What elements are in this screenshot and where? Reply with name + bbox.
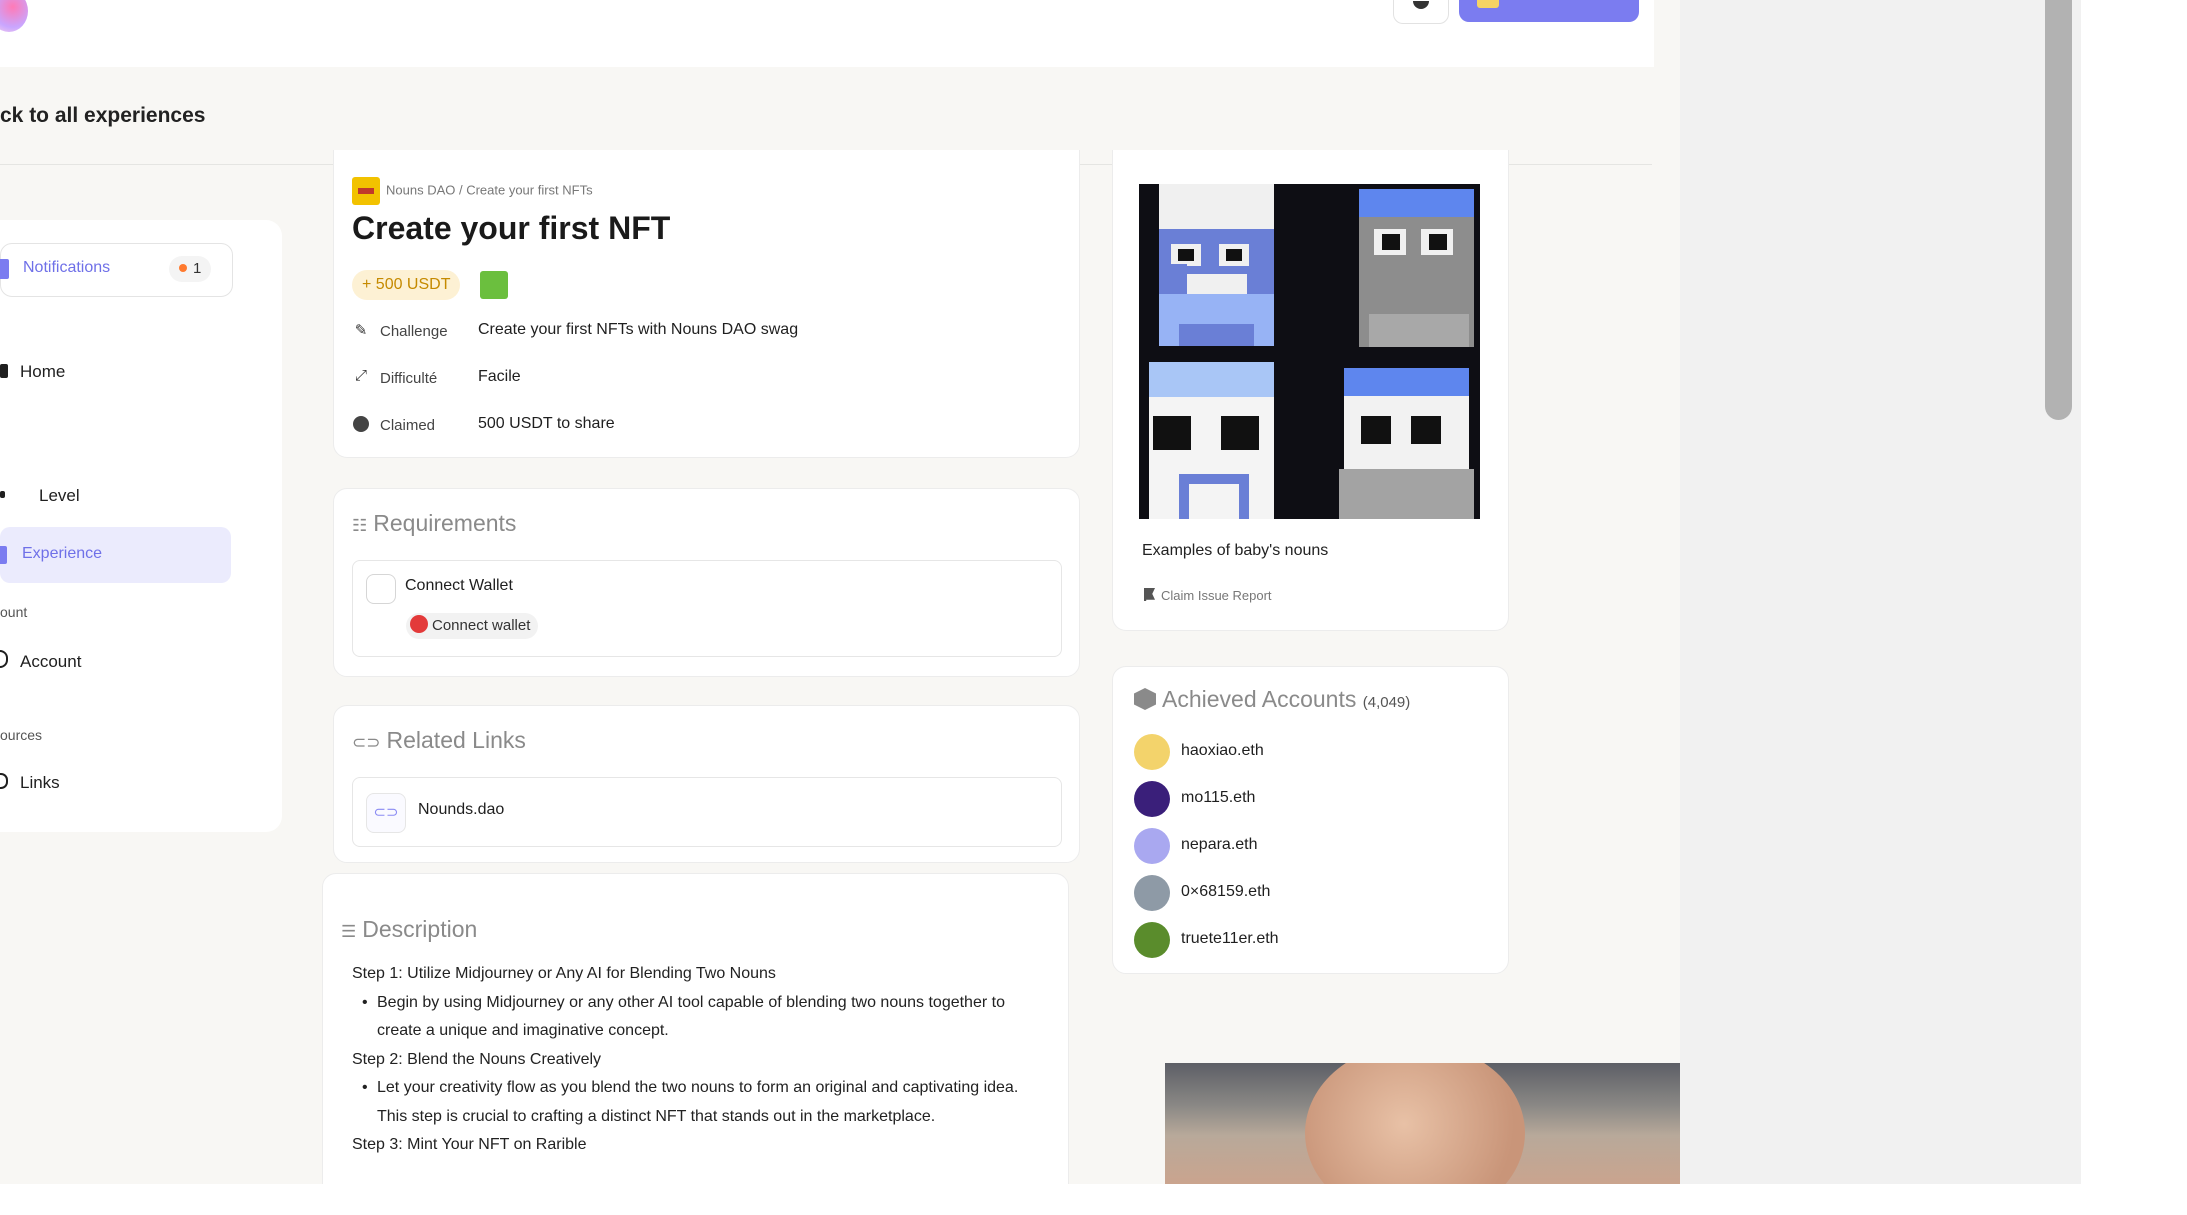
avatar xyxy=(1134,875,1170,911)
webcam-video-overlay[interactable] xyxy=(1165,1063,1680,1184)
sidebar-item-links[interactable]: Links xyxy=(0,773,60,793)
account-name: mo115.eth xyxy=(1181,789,1256,806)
sidebar-item-level[interactable]: Level xyxy=(0,486,80,506)
nouns-examples-image xyxy=(1139,184,1480,519)
list-icon: ☰ xyxy=(341,922,357,941)
description-step: Step 1: Utilize Midjourney or Any AI for… xyxy=(352,965,776,982)
related-link-label[interactable]: Nounds.dao xyxy=(418,801,504,819)
achieved-accounts-title: Achieved Accounts (4,049) xyxy=(1134,686,1410,713)
user-icon xyxy=(0,650,8,668)
chain-link-icon: ⊂⊃ xyxy=(352,733,381,752)
network-badge-icon xyxy=(480,271,508,299)
difficulty-value: Facile xyxy=(478,368,521,385)
nouns-pixel-art xyxy=(1139,184,1480,519)
notifications-button[interactable]: Notifications 1 xyxy=(0,243,233,297)
sidebar-item-experience-label: Experience xyxy=(22,545,103,562)
gallery-caption: Examples of baby's nouns xyxy=(1142,542,1329,559)
description-step: Step 2: Blend the Nouns Creatively xyxy=(352,1050,602,1068)
sidebar xyxy=(0,220,282,832)
avatar xyxy=(1134,922,1170,958)
sidebar-item-level-label: Level xyxy=(39,486,80,505)
notifications-badge: 1 xyxy=(169,256,212,282)
sidebar-item-account-label: Account xyxy=(20,652,82,671)
avatar xyxy=(1134,781,1170,817)
link-icon xyxy=(0,773,8,789)
pencil-icon: ✎ xyxy=(354,322,368,339)
connect-wallet-button[interactable] xyxy=(1459,0,1639,22)
sidebar-section-resources: ources xyxy=(0,727,43,743)
check-circle-icon xyxy=(352,416,370,436)
home-icon xyxy=(0,364,8,378)
expand-arrows-icon: ⤢ xyxy=(354,367,367,384)
claim-issue-report-link[interactable]: Claim Issue Report xyxy=(1144,588,1272,603)
account-name: nepara.eth xyxy=(1181,836,1258,853)
related-links-title: ⊂⊃ Related Links xyxy=(352,727,526,753)
link-icon: ⊂⊃ xyxy=(366,793,406,833)
level-icon xyxy=(0,491,5,498)
requirement-item xyxy=(352,560,1062,657)
profile-icon-button[interactable] xyxy=(1393,0,1449,24)
sidebar-section-account: ount xyxy=(0,604,28,620)
achieved-accounts-count: (4,049) xyxy=(1362,694,1411,711)
notifications-label: Notifications xyxy=(23,259,111,276)
page-viewport: ck to all experiences Notifications 1 Ho… xyxy=(0,0,2081,1184)
notifications-count: 1 xyxy=(193,260,202,277)
claimed-value: 500 USDT to share xyxy=(478,415,615,432)
back-to-experiences-link[interactable]: ck to all experiences xyxy=(0,104,205,128)
cube-icon xyxy=(1134,688,1156,710)
account-name: 0×68159.eth xyxy=(1181,883,1271,900)
description-step: Step 3: Mint Your NFT on Rarible xyxy=(352,1136,587,1153)
sidebar-item-experience[interactable]: Experience xyxy=(0,527,231,583)
sidebar-item-account[interactable]: Account xyxy=(0,650,81,672)
avatar xyxy=(1134,734,1170,770)
side-gutter xyxy=(1680,0,2081,1184)
app-logo[interactable] xyxy=(0,0,28,32)
bell-icon xyxy=(0,259,9,279)
challenge-label: Challenge xyxy=(380,323,448,340)
page-title: Create your first NFT xyxy=(352,210,671,246)
reward-badge: + 500 USDT xyxy=(352,270,461,300)
description-bullet: Begin by using Midjourney or any other A… xyxy=(352,989,1032,1046)
webcam-face xyxy=(1305,1063,1525,1184)
requirement-label: Connect Wallet xyxy=(405,577,513,594)
wallet-icon xyxy=(1477,0,1499,8)
challenge-value: Create your first NFTs with Nouns DAO sw… xyxy=(478,321,799,338)
error-icon xyxy=(410,615,428,633)
sidebar-item-home-label: Home xyxy=(20,362,66,381)
connect-wallet-pill[interactable]: Connect wallet xyxy=(406,613,539,639)
flag-icon xyxy=(1144,588,1155,601)
breadcrumb: Nouns DAO / Create your first NFTs xyxy=(352,177,593,205)
nouns-dao-logo xyxy=(352,177,380,205)
avatar xyxy=(1134,828,1170,864)
scrollbar-thumb[interactable] xyxy=(2045,0,2072,420)
requirement-checkbox[interactable] xyxy=(366,574,396,604)
difficulty-label: Difficulté xyxy=(380,370,438,387)
sidebar-item-links-label: Links xyxy=(20,773,60,792)
account-name: truete11er.eth xyxy=(1181,930,1279,947)
sidebar-item-home[interactable]: Home xyxy=(0,362,65,382)
unread-dot-icon xyxy=(179,264,187,272)
top-bar xyxy=(0,0,1654,67)
description-body: Step 1: Utilize Midjourney or Any AI for… xyxy=(352,960,1032,1160)
checklist-icon: ☷ xyxy=(352,516,368,535)
requirements-title: ☷ Requirements xyxy=(352,510,517,536)
experience-icon xyxy=(0,546,7,564)
description-bullet: Let your creativity flow as you blend th… xyxy=(352,1074,1032,1131)
description-title: ☰ Description xyxy=(341,916,478,942)
account-name: haoxiao.eth xyxy=(1181,742,1264,759)
breadcrumb-text[interactable]: Nouns DAO / Create your first NFTs xyxy=(386,182,593,197)
claimed-label: Claimed xyxy=(380,417,436,434)
